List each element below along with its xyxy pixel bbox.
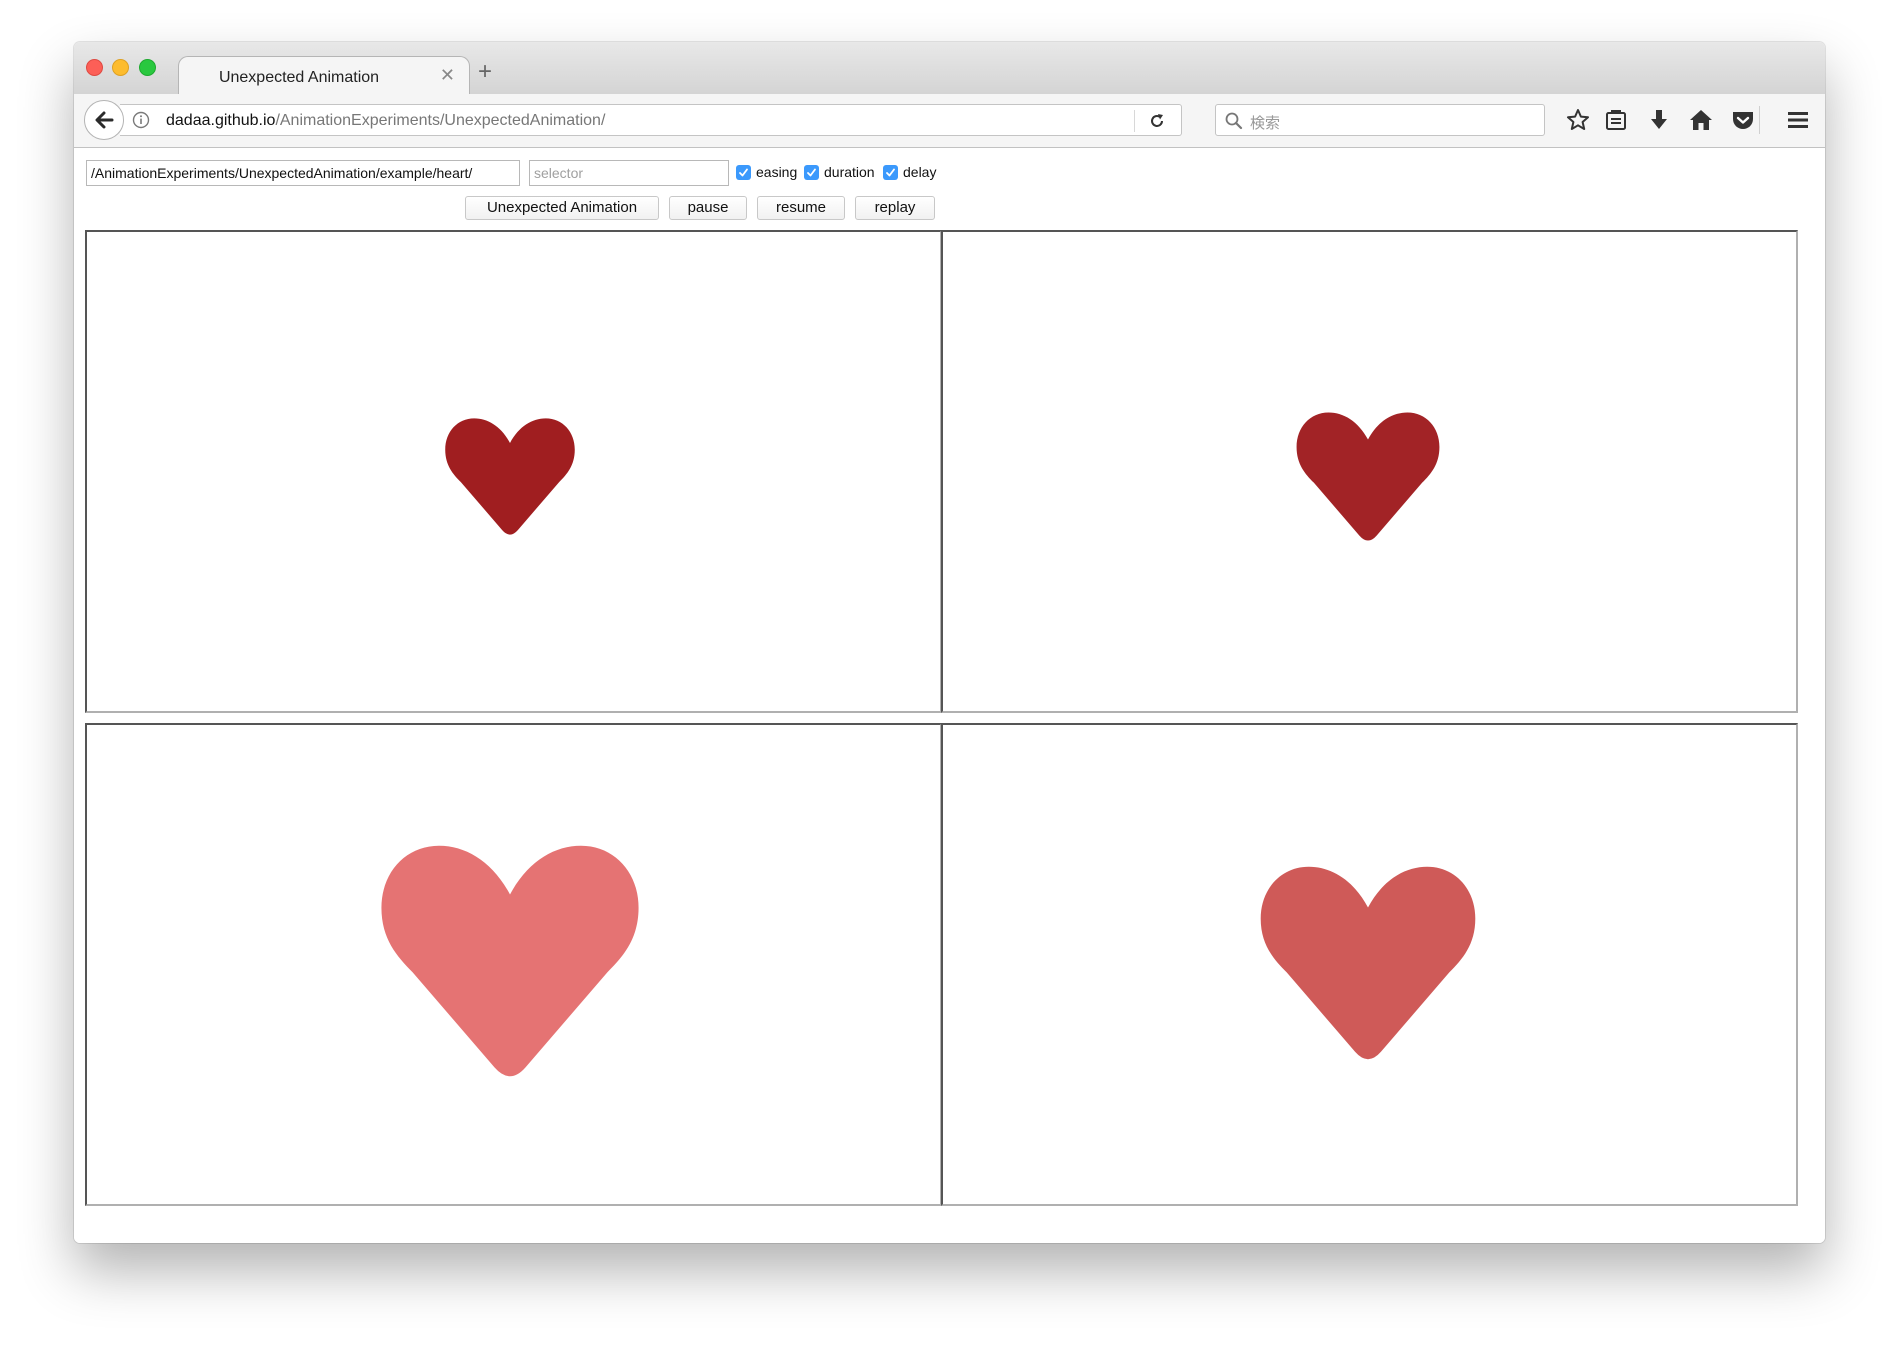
heart-icon <box>381 845 639 1077</box>
download-icon[interactable] <box>1646 107 1672 133</box>
tab-unexpected-animation[interactable]: Unexpected Animation ✕ <box>178 56 470 94</box>
duration-checkbox[interactable] <box>804 164 819 180</box>
heart-shape <box>1296 412 1440 541</box>
easing-checkbox[interactable] <box>736 164 751 180</box>
tab-close-icon[interactable]: ✕ <box>440 65 455 86</box>
search-icon <box>1225 112 1243 130</box>
duration-option: duration <box>804 162 875 182</box>
animation-panel-1 <box>85 230 942 713</box>
replay-button[interactable]: replay <box>855 196 935 220</box>
tab-title: Unexpected Animation <box>218 69 380 86</box>
delay-option: delay <box>883 162 936 182</box>
reload-icon[interactable] <box>1147 111 1167 131</box>
back-arrow-icon <box>95 111 114 129</box>
url-path: /AnimationExperiments/UnexpectedAnimatio… <box>275 112 606 129</box>
checkmark-icon <box>807 168 816 176</box>
info-icon[interactable] <box>132 111 150 129</box>
selector-input[interactable] <box>529 160 729 186</box>
title-bar: Unexpected Animation ✕ + <box>74 42 1825 94</box>
browser-window: Unexpected Animation ✕ + dadaa.github.io… <box>74 42 1825 1243</box>
duration-label: duration <box>824 164 875 180</box>
resume-button[interactable]: resume <box>757 196 845 220</box>
checkmark-icon <box>886 168 895 176</box>
easing-label: easing <box>756 164 798 180</box>
new-tab-button[interactable]: + <box>478 58 492 86</box>
pause-button[interactable]: pause <box>669 196 747 220</box>
toolbar-divider <box>1759 106 1760 134</box>
zoom-window-button[interactable] <box>139 59 156 76</box>
url-host: dadaa.github.io <box>166 112 276 129</box>
delay-checkbox[interactable] <box>883 164 898 180</box>
animation-panel-4 <box>941 723 1798 1206</box>
page-content: easing duration delay Unexpected Animati… <box>74 148 1825 1243</box>
animation-panel-3 <box>85 723 942 1206</box>
url-text: dadaa.github.io/AnimationExperiments/Une… <box>166 112 605 130</box>
heart-shape <box>1260 866 1476 1060</box>
heart-icon <box>1260 866 1476 1060</box>
pocket-icon[interactable] <box>1730 107 1756 133</box>
delay-label: delay <box>903 164 937 180</box>
minimize-window-button[interactable] <box>112 59 129 76</box>
reading-list-icon[interactable] <box>1603 107 1629 133</box>
unexpected-animation-button[interactable]: Unexpected Animation <box>465 196 659 220</box>
back-button[interactable] <box>84 100 124 140</box>
example-path-input[interactable] <box>86 160 520 186</box>
bookmark-star-icon[interactable] <box>1565 107 1591 133</box>
search-bar[interactable]: 検索 <box>1215 104 1545 136</box>
easing-option: easing <box>736 162 797 182</box>
heart-shape <box>445 418 575 535</box>
checkmark-icon <box>739 168 748 176</box>
heart-icon <box>445 418 575 535</box>
home-icon[interactable] <box>1688 107 1714 133</box>
heart-icon <box>1296 412 1440 541</box>
menu-icon[interactable] <box>1785 107 1811 133</box>
navigation-bar: dadaa.github.io/AnimationExperiments/Une… <box>74 94 1825 148</box>
search-placeholder: 検索 <box>1250 115 1281 132</box>
heart-shape <box>381 845 639 1077</box>
url-divider <box>1134 110 1135 132</box>
animation-panel-2 <box>941 230 1798 713</box>
close-window-button[interactable] <box>86 59 103 76</box>
url-bar[interactable]: dadaa.github.io/AnimationExperiments/Une… <box>120 104 1182 136</box>
